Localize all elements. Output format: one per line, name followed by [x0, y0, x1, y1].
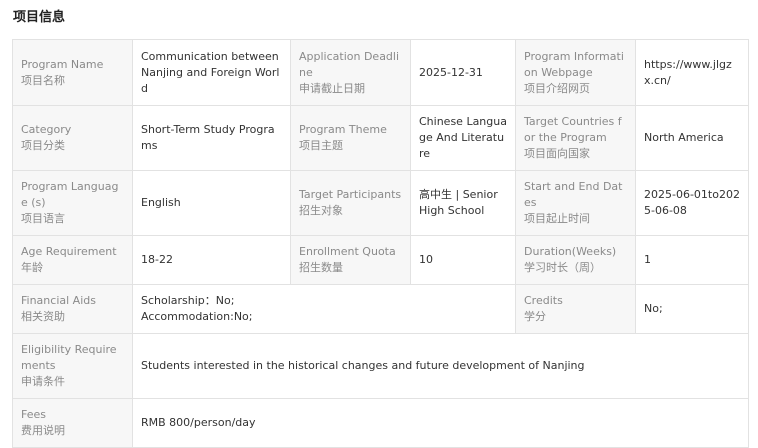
table-row: Program Language (s) 项目语言 English Target…	[12, 170, 749, 236]
label-zh: 招生数量	[299, 261, 343, 274]
label-zh: 项目分类	[21, 139, 65, 152]
label-en: Start and End Dates	[524, 180, 623, 209]
label-en: Enrollment Quota	[299, 245, 396, 258]
label-zh: 项目介绍网页	[524, 81, 590, 95]
program-webpage-label: Program Information Webpage 项目介绍网页	[515, 39, 636, 106]
target-countries-value: North America	[635, 105, 749, 171]
application-deadline-label: Application Deadline 申请截止日期	[290, 39, 411, 106]
label-en: Fees	[21, 408, 46, 421]
program-theme-value: Chinese Language And Literature	[410, 105, 516, 171]
label-en: Program Information Webpage	[524, 49, 624, 79]
age-requirement-label: Age Requirement 年龄	[12, 235, 133, 285]
label-zh: 招生对象	[299, 204, 343, 217]
label-en: Credits	[524, 294, 563, 307]
table-row: Eligibility Requirements 申请条件 Students i…	[12, 333, 749, 399]
table-row: Age Requirement 年龄 18-22 Enrollment Quot…	[12, 235, 749, 285]
credits-value: No;	[635, 284, 749, 334]
table-row: Program Name 项目名称 Communication between …	[12, 39, 749, 106]
category-value: Short-Term Study Programs	[132, 105, 291, 171]
duration-label: Duration(Weeks) 学习时长（周）	[515, 235, 636, 285]
label-zh: 费用说明	[21, 424, 65, 437]
duration-value: 1	[635, 235, 749, 285]
label-en: Financial Aids	[21, 294, 96, 307]
label-en: Duration(Weeks)	[524, 245, 617, 258]
label-zh: 相关资助	[21, 310, 65, 323]
accommodation-text: Accommodation:No;	[141, 310, 253, 323]
table-row: Category 项目分类 Short-Term Study Programs …	[12, 105, 749, 171]
label-zh: 申请截止日期	[299, 81, 365, 95]
program-theme-label: Program Theme 项目主题	[290, 105, 411, 171]
financial-aids-value: Scholarship：No; Accommodation:No;	[132, 284, 516, 334]
label-en: Program Language (s)	[21, 180, 119, 209]
label-zh: 项目起止时间	[524, 212, 590, 225]
fees-label: Fees 费用说明	[12, 398, 133, 448]
table-row: Fees 费用说明 RMB 800/person/day	[12, 398, 749, 448]
target-participants-value: 高中生 | Senior High School	[410, 170, 516, 236]
label-en: Target Countries for the Program	[524, 115, 622, 144]
eligibility-label: Eligibility Requirements 申请条件	[12, 333, 133, 399]
start-end-dates-label: Start and End Dates 项目起止时间	[515, 170, 636, 236]
section-title: 项目信息	[13, 10, 66, 25]
program-language-value: English	[132, 170, 291, 236]
label-zh: 学习时长（周）	[524, 261, 601, 274]
fees-value: RMB 800/person/day	[132, 398, 749, 448]
target-participants-label: Target Participants 招生对象	[290, 170, 411, 236]
label-zh: 项目语言	[21, 212, 65, 225]
program-name-label: Program Name 项目名称	[12, 39, 133, 106]
label-en: Application Deadline	[299, 49, 400, 79]
label-en: Target Participants	[299, 188, 402, 201]
program-language-label: Program Language (s) 项目语言	[12, 170, 133, 236]
scholarship-text: Scholarship：No;	[141, 294, 235, 307]
program-webpage-link[interactable]: https://www.jlgzx.cn/	[635, 39, 749, 106]
enrollment-quota-label: Enrollment Quota 招生数量	[290, 235, 411, 285]
table-row: Financial Aids 相关资助 Scholarship：No; Acco…	[12, 284, 749, 334]
label-en: Category	[21, 123, 72, 136]
label-zh: 项目面向国家	[524, 147, 590, 160]
label-en: Eligibility Requirements	[21, 343, 117, 372]
label-zh: 年龄	[21, 261, 43, 274]
eligibility-value: Students interested in the historical ch…	[132, 333, 749, 399]
target-countries-label: Target Countries for the Program 项目面向国家	[515, 105, 636, 171]
label-en: Age Requirement	[21, 245, 117, 258]
program-name-value: Communication between Nanjing and Foreig…	[132, 39, 291, 106]
label-zh: 学分	[524, 310, 546, 323]
label-zh: 申请条件	[21, 375, 65, 388]
label-en: Program Theme	[299, 123, 387, 136]
financial-aids-label: Financial Aids 相关资助	[12, 284, 133, 334]
age-requirement-value: 18-22	[132, 235, 291, 285]
application-deadline-value: 2025-12-31	[410, 39, 516, 106]
enrollment-quota-value: 10	[410, 235, 516, 285]
category-label: Category 项目分类	[12, 105, 133, 171]
label-zh: 项目主题	[299, 139, 343, 152]
credits-label: Credits 学分	[515, 284, 636, 334]
program-info-table: Program Name 项目名称 Communication between …	[12, 39, 749, 448]
start-end-dates-value: 2025-06-01to2025-06-08	[635, 170, 749, 236]
label-en: Program Name	[21, 57, 104, 71]
label-zh: 项目名称	[21, 73, 65, 87]
